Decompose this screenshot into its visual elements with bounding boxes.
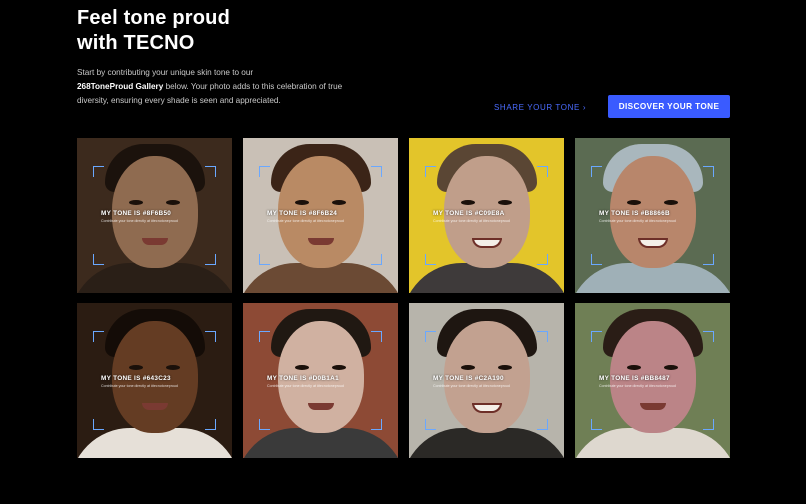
scan-frame-corner-icon bbox=[425, 254, 436, 265]
scan-frame-corner-icon bbox=[703, 419, 714, 430]
scan-frame-corner-icon bbox=[259, 166, 270, 177]
portrait-eye bbox=[498, 200, 512, 205]
gallery-card[interactable]: MY TONE IS #BB8487 Contribute your tone d… bbox=[575, 303, 730, 458]
scan-frame-corner-icon bbox=[537, 331, 548, 342]
scan-frame-corner-icon bbox=[537, 254, 548, 265]
tone-label: MY TONE IS #C09E8A bbox=[433, 210, 505, 217]
scan-frame-corner-icon bbox=[371, 254, 382, 265]
gallery-card[interactable]: MY TONE IS #C09E8A Contribute your tone d… bbox=[409, 138, 564, 293]
scan-frame-corner-icon bbox=[591, 254, 602, 265]
gallery-card[interactable]: MY TONE IS #C2A190 Contribute your tone d… bbox=[409, 303, 564, 458]
headline-line-1: Feel tone proud bbox=[77, 7, 230, 29]
portrait-mouth bbox=[141, 403, 168, 410]
intro-paragraph: Start by contributing your unique skin t… bbox=[77, 66, 352, 108]
scan-frame-corner-icon bbox=[93, 254, 104, 265]
gallery-card[interactable]: MY TONE IS #8F6B24 Contribute your tone d… bbox=[243, 138, 398, 293]
portrait-mouth bbox=[141, 238, 168, 245]
tone-label: MY TONE IS #643C23 bbox=[101, 375, 171, 382]
tone-caption: Contribute your tone directly at #tecnot… bbox=[599, 384, 676, 388]
scan-frame-corner-icon bbox=[259, 254, 270, 265]
scan-frame-corner-icon bbox=[93, 419, 104, 430]
portrait-eye bbox=[461, 365, 475, 370]
scan-frame-corner-icon bbox=[205, 166, 216, 177]
tone-caption: Contribute your tone directly at #tecnot… bbox=[267, 384, 344, 388]
portrait-eye bbox=[461, 200, 475, 205]
tone-gallery-grid: MY TONE IS #8F6B50 Contribute your tone d… bbox=[77, 138, 731, 458]
chevron-right-icon: › bbox=[582, 102, 587, 112]
gallery-card[interactable]: MY TONE IS #D0B1A1 Contribute your tone d… bbox=[243, 303, 398, 458]
scan-frame-corner-icon bbox=[205, 331, 216, 342]
tone-caption: Contribute your tone directly at #tecnot… bbox=[101, 219, 178, 223]
scan-frame-corner-icon bbox=[703, 254, 714, 265]
tone-label: MY TONE IS #8F6B50 bbox=[101, 210, 172, 217]
tone-label: MY TONE IS #BB8487 bbox=[599, 375, 670, 382]
tone-label: MY TONE IS #C2A190 bbox=[433, 375, 504, 382]
headline-line-2: with TECNO bbox=[77, 32, 195, 54]
scan-frame-corner-icon bbox=[425, 166, 436, 177]
share-your-tone-link[interactable]: SHARE YOUR TONE › bbox=[494, 100, 586, 114]
portrait-mouth bbox=[307, 403, 334, 410]
scan-frame-corner-icon bbox=[425, 419, 436, 430]
scan-frame-corner-icon bbox=[371, 419, 382, 430]
gallery-card[interactable]: MY TONE IS #B8866B Contribute your tone d… bbox=[575, 138, 730, 293]
gallery-name: 268ToneProud Gallery bbox=[77, 82, 164, 91]
tone-label: MY TONE IS #8F6B24 bbox=[267, 210, 338, 217]
tone-caption: Contribute your tone directly at #tecnot… bbox=[101, 384, 178, 388]
portrait-eye bbox=[295, 200, 309, 205]
share-your-tone-label: SHARE YOUR TONE bbox=[494, 102, 580, 112]
scan-frame-corner-icon bbox=[537, 166, 548, 177]
portrait-eye bbox=[664, 365, 678, 370]
tone-label: MY TONE IS #D0B1A1 bbox=[267, 375, 339, 382]
portrait-eye bbox=[498, 365, 512, 370]
page-title: Feel tone proud with TECNO bbox=[77, 6, 337, 56]
portrait-mouth bbox=[639, 403, 666, 410]
scan-frame-corner-icon bbox=[371, 331, 382, 342]
portrait-eye bbox=[129, 200, 143, 205]
tone-caption: Contribute your tone directly at #tecnot… bbox=[599, 219, 676, 223]
scan-frame-corner-icon bbox=[259, 331, 270, 342]
tone-label: MY TONE IS #B8866B bbox=[599, 210, 670, 217]
portrait-eye bbox=[332, 200, 346, 205]
portrait-eye bbox=[627, 365, 641, 370]
scan-frame-corner-icon bbox=[703, 166, 714, 177]
portrait-eye bbox=[166, 200, 180, 205]
portrait-eye bbox=[166, 365, 180, 370]
scan-frame-corner-icon bbox=[259, 419, 270, 430]
tone-caption: Contribute your tone directly at #tecnot… bbox=[433, 219, 510, 223]
scan-frame-corner-icon bbox=[371, 166, 382, 177]
scan-frame-corner-icon bbox=[591, 166, 602, 177]
portrait-mouth bbox=[307, 238, 334, 245]
portrait-eye bbox=[627, 200, 641, 205]
scan-frame-corner-icon bbox=[703, 331, 714, 342]
scan-frame-corner-icon bbox=[93, 331, 104, 342]
scan-frame-corner-icon bbox=[537, 419, 548, 430]
scan-frame-corner-icon bbox=[425, 331, 436, 342]
portrait-eye bbox=[295, 365, 309, 370]
scan-frame-corner-icon bbox=[591, 331, 602, 342]
scan-frame-corner-icon bbox=[205, 419, 216, 430]
portrait-eye bbox=[332, 365, 346, 370]
tone-caption: Contribute your tone directly at #tecnot… bbox=[267, 219, 344, 223]
discover-your-tone-button[interactable]: DISCOVER YOUR TONE bbox=[608, 95, 730, 118]
scan-frame-corner-icon bbox=[93, 166, 104, 177]
scan-frame-corner-icon bbox=[205, 254, 216, 265]
portrait-eye bbox=[129, 365, 143, 370]
tone-caption: Contribute your tone directly at #tecnot… bbox=[433, 384, 510, 388]
intro-text-start: Start by contributing your unique skin t… bbox=[77, 68, 254, 77]
portrait-eye bbox=[664, 200, 678, 205]
scan-frame-corner-icon bbox=[591, 419, 602, 430]
gallery-card[interactable]: MY TONE IS #643C23 Contribute your tone d… bbox=[77, 303, 232, 458]
page: Feel tone proud with TECNO Start by cont… bbox=[0, 0, 806, 504]
gallery-card[interactable]: MY TONE IS #8F6B50 Contribute your tone d… bbox=[77, 138, 232, 293]
